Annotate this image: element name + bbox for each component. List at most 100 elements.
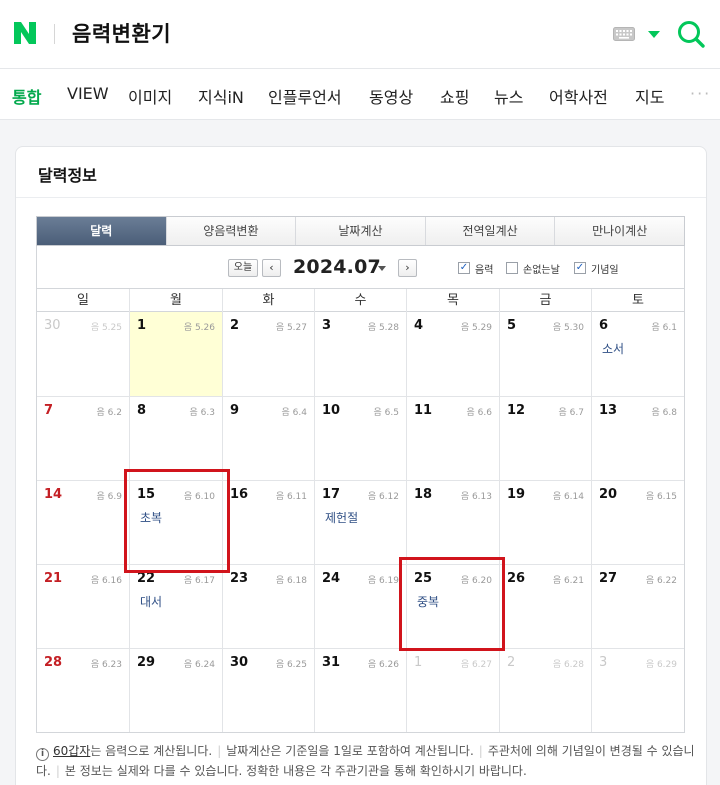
tab-images[interactable]: 이미지 [128,84,172,108]
calendar-day-cell[interactable]: 12 음 6.7 [499,396,591,480]
tab-view[interactable]: VIEW [67,84,109,103]
day-number: 19 [507,487,526,502]
calendar-day-cell[interactable]: 24 음 6.19 [314,564,406,648]
calendar-day-cell[interactable]: 20 음 6.15 [591,480,684,564]
sexagenary-link[interactable]: 60갑자 [53,744,90,758]
calendar-day-cell[interactable]: 27 음 6.22 [591,564,684,648]
anniversary-label: 제헌절 [325,511,359,525]
day-number: 11 [414,403,433,418]
current-month[interactable]: 2024.07 [293,256,381,278]
day-number: 3 [599,655,608,670]
tab-date-calc[interactable]: 날짜계산 [295,217,425,245]
calendar-day-cell[interactable]: 8 음 6.3 [129,396,222,480]
header: 음력변환기 [0,0,720,68]
highlight-box-chobok [124,469,230,573]
calendar-day-cell[interactable]: 11 음 6.6 [406,396,499,480]
lunar-date: 음 5.25 [90,323,122,333]
day-number: 1 [414,655,423,670]
tab-news[interactable]: 뉴스 [494,84,523,108]
tab-age-calc[interactable]: 만나이계산 [554,217,684,245]
tab-knowledge-in[interactable]: 지식iN [198,84,244,108]
calendar-day-cell[interactable]: 23 음 6.18 [222,564,314,648]
next-month-button[interactable]: › [398,259,417,277]
day-number: 8 [137,403,147,418]
calendar-day-cell[interactable]: 14 음 6.9 [37,480,129,564]
day-number: 2 [507,655,516,670]
lunar-date: 음 6.14 [552,492,584,502]
card-title: 달력정보 [38,166,97,185]
calendar-day-cell[interactable]: 16 음 6.11 [222,480,314,564]
calendar-day-cell[interactable]: 29 음 6.24 [129,648,222,732]
day-number: 14 [44,487,63,502]
day-number: 7 [44,403,54,418]
keyboard-icon[interactable] [613,27,635,41]
calendar-day-cell[interactable]: 6 음 6.1 소서 [591,312,684,396]
tab-calendar[interactable]: 달력 [37,217,166,245]
day-number: 2 [230,318,240,333]
lunar-date: 음 5.27 [275,323,307,333]
day-number: 26 [507,571,526,586]
lunar-date: 음 6.1 [651,323,677,333]
weekday-label: 수 [314,289,406,312]
calendar-day-cell[interactable]: 18 음 6.13 [406,480,499,564]
tab-integrated[interactable]: 통합 [12,84,41,108]
tab-dictionary[interactable]: 어학사전 [549,84,608,108]
day-number: 27 [599,571,618,586]
calendar-day-cell[interactable]: 10 음 6.5 [314,396,406,480]
calendar-day-cell[interactable]: 3 음 5.28 [314,312,406,396]
keyboard-dropdown-caret-icon[interactable] [648,31,660,38]
calendar-day-cell[interactable]: 21 음 6.16 [37,564,129,648]
tab-shopping[interactable]: 쇼핑 [440,84,469,108]
anniversary-checkbox[interactable]: ✓ [574,262,586,274]
anniversary-label: 대서 [140,595,163,609]
calendar-day-cell[interactable]: 1 음 6.27 [406,648,499,732]
tab-map[interactable]: 지도 [635,84,664,108]
lunar-checkbox[interactable]: ✓ [458,262,470,274]
lunar-date: 음 6.23 [90,660,122,670]
day-number: 10 [322,403,341,418]
calendar-day-cell[interactable]: 3 음 6.29 [591,648,684,732]
lunar-date: 음 6.17 [183,576,215,586]
day-number: 13 [599,403,618,418]
search-tabs: 통합 VIEW 이미지 지식iN 인플루언서 동영상 쇼핑 뉴스 어학사전 지도… [0,68,720,120]
calendar-day-cell[interactable]: 4 음 5.29 [406,312,499,396]
calendar-day-cell[interactable]: 2 음 6.28 [499,648,591,732]
naver-logo-icon[interactable] [12,20,38,46]
tab-influencer[interactable]: 인플루언서 [268,84,342,108]
calendar-day-cell[interactable]: 31 음 6.26 [314,648,406,732]
calendar-day-cell[interactable]: 5 음 5.30 [499,312,591,396]
month-dropdown-caret-icon[interactable] [378,266,386,271]
today-button[interactable]: 오늘 [228,259,258,277]
lunar-date: 음 6.28 [552,660,584,670]
search-icon[interactable] [676,19,706,49]
lunar-date: 음 6.18 [275,576,307,586]
calendar-day-cell[interactable]: 13 음 6.8 [591,396,684,480]
calendar-day-cell[interactable]: 26 음 6.21 [499,564,591,648]
calendar-day-cell[interactable]: 1 음 5.26 [129,312,222,396]
tab-solar-lunar-convert[interactable]: 양음력변환 [165,217,296,245]
calendar-day-cell[interactable]: 30 음 5.25 [37,312,129,396]
lunar-date: 음 6.22 [645,576,677,586]
calendar-day-cell[interactable]: 30 음 6.25 [222,648,314,732]
calendar-day-cell[interactable]: 28 음 6.23 [37,648,129,732]
weekday-label: 목 [406,289,499,312]
calendar-day-cell[interactable]: 22 음 6.17 대서 [129,564,222,648]
day-number: 6 [599,318,609,333]
calendar: 오늘 ‹ 2024.07 › ✓ 음력 손없는날 ✓ 기념일 일 월화수목금토 3… [36,246,685,733]
lunar-date: 음 6.19 [367,576,399,586]
tab-discharge-calc[interactable]: 전역일계산 [424,217,555,245]
more-tabs-icon[interactable]: ··· [690,84,711,103]
lunar-checkbox-label: 음력 [475,265,494,276]
search-input[interactable]: 음력변환기 [72,18,171,48]
prev-month-button[interactable]: ‹ [262,259,281,277]
calendar-day-cell[interactable]: 2 음 5.27 [222,312,314,396]
lunar-date: 음 6.13 [460,492,492,502]
auspicious-day-checkbox[interactable] [506,262,518,274]
calendar-day-cell[interactable]: 19 음 6.14 [499,480,591,564]
lunar-date: 음 6.15 [645,492,677,502]
calendar-day-cell[interactable]: 9 음 6.4 [222,396,314,480]
calendar-day-cell[interactable]: 7 음 6.2 [37,396,129,480]
calendar-day-cell[interactable]: 17 음 6.12 제헌절 [314,480,406,564]
info-notes: i 60갑자는 음력으로 계산됩니다. | 날짜계산은 기준일을 1일로 포함하여 계… [36,744,695,778]
tab-video[interactable]: 동영상 [369,84,413,108]
